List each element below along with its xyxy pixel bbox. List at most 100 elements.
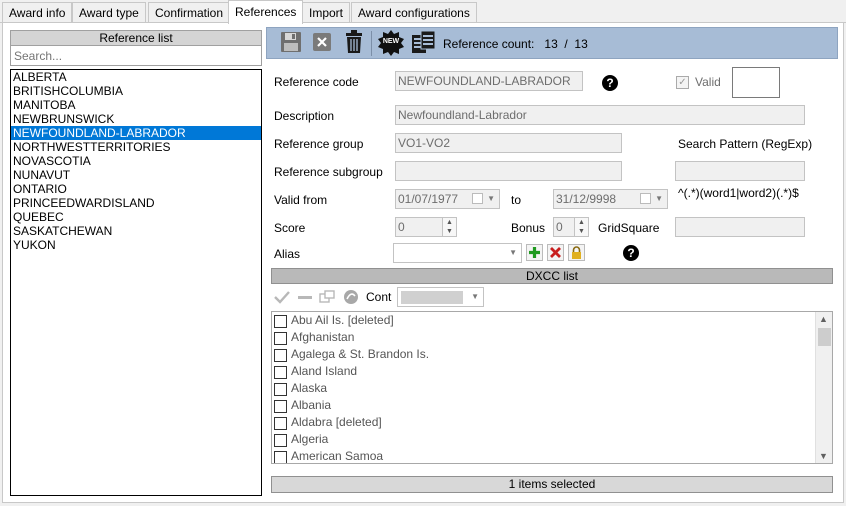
dxcc-item-checkbox[interactable]	[274, 434, 287, 447]
gridsquare-field[interactable]	[675, 217, 805, 237]
reference-list-item[interactable]: BRITISHCOLUMBIA	[11, 84, 261, 98]
dxcc-item-checkbox[interactable]	[274, 400, 287, 413]
tab-award-info[interactable]: Award info	[2, 2, 73, 22]
dxcc-item-checkbox[interactable]	[274, 366, 287, 379]
add-alias-button[interactable]	[526, 244, 543, 261]
copy-selection-icon[interactable]	[319, 290, 335, 307]
bonus-spinner[interactable]: 0 ▲ ▼	[553, 217, 589, 237]
copy-button[interactable]	[410, 30, 438, 55]
dxcc-item-checkbox[interactable]	[274, 417, 287, 430]
tab-import[interactable]: Import	[302, 2, 351, 22]
dxcc-item-label: Alaska	[291, 381, 328, 395]
continent-label: Cont	[366, 290, 392, 304]
reference-code-help-icon[interactable]: ?	[602, 75, 618, 91]
description-field[interactable]: Newfoundland-Labrador	[395, 105, 805, 125]
valid-label: Valid	[695, 75, 721, 89]
reference-list-item[interactable]: NEWBRUNSWICK	[11, 112, 261, 126]
continent-selected-value	[401, 291, 463, 304]
score-spinner[interactable]: 0 ▲ ▼	[395, 217, 457, 237]
reference-list-item[interactable]: NOVASCOTIA	[11, 154, 261, 168]
dxcc-item-checkbox[interactable]	[274, 332, 287, 345]
reference-group-field[interactable]: VO1-VO2	[395, 133, 622, 153]
dxcc-item-checkbox[interactable]	[274, 383, 287, 396]
new-button[interactable]: NEW	[377, 29, 405, 57]
dxcc-list-item[interactable]: American Samoa	[272, 448, 816, 463]
dxcc-list-item[interactable]: Aldabra [deleted]	[272, 414, 816, 431]
tab-references[interactable]: References	[228, 0, 304, 24]
remove-alias-button[interactable]	[547, 244, 564, 261]
bonus-value: 0	[556, 220, 563, 234]
dxcc-scrollbar-thumb[interactable]	[818, 328, 831, 346]
bonus-label: Bonus	[511, 221, 546, 235]
check-all-icon[interactable]	[274, 290, 290, 307]
chevron-down-icon[interactable]: ▼	[487, 190, 495, 208]
reference-subgroup-field[interactable]	[395, 161, 622, 181]
reference-subgroup-label: Reference subgroup	[274, 165, 383, 179]
tab-award-configurations[interactable]: Award configurations	[351, 2, 477, 22]
dxcc-list-item[interactable]: Agalega & St. Brandon Is.	[272, 346, 816, 363]
valid-from-label: Valid from	[274, 193, 328, 207]
calendar-icon[interactable]	[640, 193, 651, 204]
dxcc-item-checkbox[interactable]	[274, 349, 287, 362]
gridsquare-label: GridSquare	[598, 221, 660, 235]
dxcc-list-item[interactable]: Aland Island	[272, 363, 816, 380]
dxcc-list-item[interactable]: Alaska	[272, 380, 816, 397]
reference-count: Reference count: 13 / 13	[443, 37, 588, 51]
alias-help-icon[interactable]: ?	[623, 245, 639, 261]
new-badge-icon: NEW	[378, 30, 404, 56]
valid-from-date-field[interactable]: 01/07/1977 ▼	[395, 189, 500, 209]
bonus-spin-arrows[interactable]: ▲ ▼	[574, 218, 588, 236]
lock-alias-button[interactable]	[568, 244, 585, 261]
scroll-up-arrow-icon[interactable]: ▲	[819, 314, 828, 324]
description-label: Description	[274, 109, 335, 123]
dxcc-list-title: DXCC list	[271, 268, 833, 284]
regexp-hint: ^(.*)(word1|word2)(.*)$	[678, 186, 799, 200]
valid-color-box[interactable]	[732, 67, 780, 98]
dxcc-list-item[interactable]: Algeria	[272, 431, 816, 448]
dxcc-list[interactable]: ▲ ▼ Abu Ail Is. [deleted] Afghanistan Agal…	[271, 311, 833, 464]
reference-list-item[interactable]: NEWFOUNDLAND-LABRADOR	[11, 126, 261, 140]
plus-icon	[529, 247, 540, 258]
dxcc-item-label: Agalega & St. Brandon Is.	[291, 347, 430, 361]
dxcc-list-item[interactable]: Abu Ail Is. [deleted]	[272, 312, 816, 329]
reference-list-item[interactable]: MANITOBA	[11, 98, 261, 112]
dxcc-list-item[interactable]: Afghanistan	[272, 329, 816, 346]
dxcc-list-item[interactable]: Albania	[272, 397, 816, 414]
reference-list-item[interactable]: YUKON	[11, 238, 261, 252]
continent-combobox[interactable]: ▼	[397, 287, 484, 307]
invert-selection-icon[interactable]	[343, 289, 359, 308]
dxcc-item-label: Aldabra [deleted]	[291, 415, 382, 429]
search-pattern-field[interactable]	[675, 161, 805, 181]
calendar-icon[interactable]	[472, 193, 483, 204]
new-badge-label: NEW	[382, 38, 400, 45]
reference-search-input[interactable]	[10, 46, 262, 66]
valid-checkbox[interactable]: ✓	[676, 76, 689, 89]
tab-award-type[interactable]: Award type	[72, 2, 146, 22]
reference-list-item[interactable]: QUEBEC	[11, 210, 261, 224]
reference-list[interactable]: ALBERTA BRITISHCOLUMBIA MANITOBA NEWBRUNSWI…	[10, 69, 262, 496]
reference-code-field[interactable]: NEWFOUNDLAND-LABRADOR	[395, 71, 583, 91]
reference-list-item[interactable]: ALBERTA	[11, 70, 261, 84]
selection-status-bar: 1 items selected	[271, 476, 833, 493]
dxcc-scrollbar[interactable]: ▲ ▼	[815, 312, 832, 463]
scroll-down-arrow-icon[interactable]: ▼	[819, 451, 828, 461]
reference-list-item[interactable]: PRINCEEDWARDISLAND	[11, 196, 261, 210]
reference-list-item[interactable]: NUNAVUT	[11, 168, 261, 182]
reference-list-item[interactable]: NORTHWESTTERRITORIES	[11, 140, 261, 154]
reference-list-item[interactable]: ONTARIO	[11, 182, 261, 196]
save-button[interactable]	[279, 31, 303, 55]
reference-list-item[interactable]: SASKATCHEWAN	[11, 224, 261, 238]
alias-combobox[interactable]: ▼	[393, 243, 522, 263]
dxcc-item-checkbox[interactable]	[274, 315, 287, 328]
chevron-down-icon[interactable]: ▼	[471, 288, 479, 306]
valid-to-date-field[interactable]: 31/12/9998 ▼	[553, 189, 668, 209]
delete-button[interactable]	[342, 29, 366, 55]
dxcc-item-label: Albania	[291, 398, 332, 412]
tab-confirmation[interactable]: Confirmation	[148, 2, 231, 22]
uncheck-all-icon[interactable]	[297, 290, 313, 307]
score-spin-arrows[interactable]: ▲ ▼	[442, 218, 456, 236]
dxcc-item-checkbox[interactable]	[274, 451, 287, 463]
chevron-down-icon[interactable]: ▼	[655, 190, 663, 208]
cancel-button[interactable]	[310, 31, 334, 55]
chevron-down-icon[interactable]: ▼	[509, 244, 517, 262]
